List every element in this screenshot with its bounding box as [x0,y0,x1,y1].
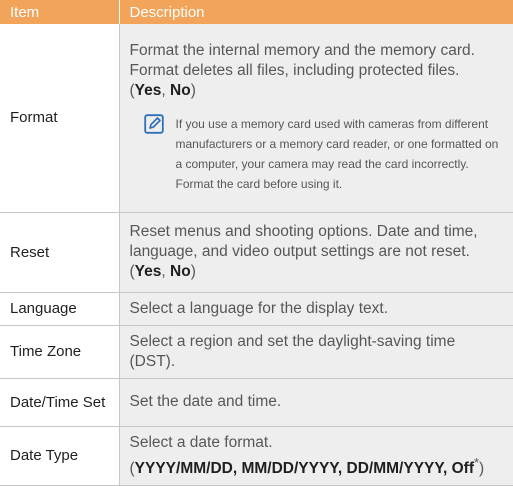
item-language: Language [0,292,120,326]
option-yes: Yes [134,82,162,100]
description-date-time-set: Set the date and time. [119,378,513,427]
description-format: Format the internal memory and the memor… [119,24,513,213]
description-text: Format the internal memory and the memor… [129,42,475,100]
column-header-item: Item [0,0,120,24]
description-reset: Reset menus and shooting options. Date a… [119,212,513,293]
option-no: No [170,82,191,100]
item-reset: Reset [0,212,120,293]
item-time-zone: Time Zone [0,325,120,379]
note-pencil-icon [143,114,164,134]
table-row-time-zone: Time Zone Select a region and set the da… [0,325,513,379]
item-format: Format [0,24,120,213]
option-yes: Yes [134,263,162,280]
description-date-type: Select a date format. (YYYY/MM/DD, MM/DD… [119,426,513,486]
date-format-options: YYYY/MM/DD, MM/DD/YYYY, DD/MM/YYYY, Off [134,459,474,477]
item-date-type: Date Type [0,426,120,486]
description-language: Select a language for the display text. [119,292,513,326]
settings-table: Item Description Format Format the inter… [0,0,513,486]
table-row-date-time-set: Date/Time Set Set the date and time. [0,378,513,427]
table-row-language: Language Select a language for the displ… [0,292,513,326]
note-text: If you use a memory card used with camer… [175,117,499,192]
item-date-time-set: Date/Time Set [0,378,120,427]
column-header-description: Description [119,0,513,24]
option-no: No [170,263,191,280]
table-header-row: Item Description [0,0,513,24]
table-row-date-type: Date Type Select a date format. (YYYY/MM… [0,426,513,486]
table-row-format: Format Format the internal memory and th… [0,24,513,213]
description-time-zone: Select a region and set the daylight-sav… [119,325,513,379]
table-row-reset: Reset Reset menus and shooting options. … [0,212,513,293]
note-box: If you use a memory card used with camer… [143,114,506,194]
